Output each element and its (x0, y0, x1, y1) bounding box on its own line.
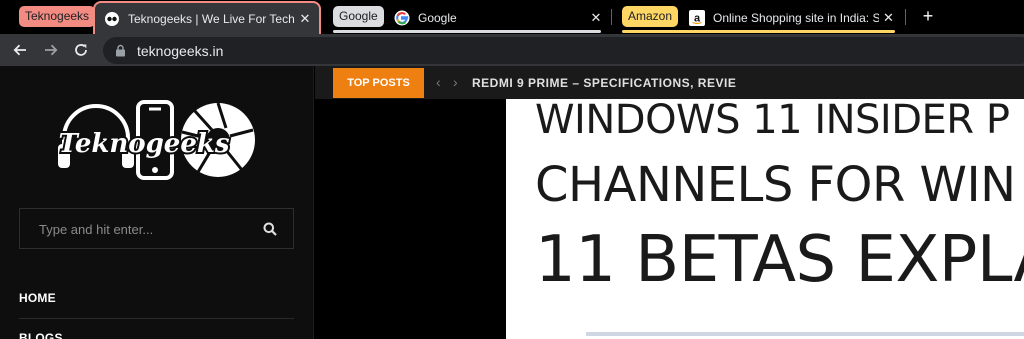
close-tab-icon[interactable]: ✕ (879, 8, 898, 28)
tab-title: Teknogeeks | We Live For Tech (128, 11, 295, 26)
tab-group-google[interactable]: Google (333, 6, 384, 27)
search-box[interactable]: Type and hit enter... (19, 208, 294, 249)
svg-text:Teknogeeks: Teknogeeks (58, 129, 229, 159)
address-bar[interactable]: teknogeeks.in (103, 37, 1024, 64)
hero-image-edge (586, 332, 1024, 336)
back-arrow-icon[interactable] (9, 39, 31, 61)
menu-divider (19, 318, 294, 319)
tab-separator (905, 9, 906, 25)
teknogeeks-logo[interactable]: Teknogeeks (56, 100, 258, 182)
reload-icon[interactable] (70, 39, 92, 61)
sidebar: Teknogeeks Type and hit enter... HOME BL… (0, 66, 314, 339)
tab-group-teknogeeks[interactable]: Teknogeeks (19, 6, 96, 27)
tab-group-underline (333, 30, 601, 33)
web-page: Teknogeeks Type and hit enter... HOME BL… (0, 66, 1024, 339)
tab-title: Google (418, 10, 457, 25)
ticker-next-icon[interactable]: › (453, 74, 458, 90)
google-g-icon (394, 10, 410, 26)
featured-image[interactable]: WINDOWS 11 INSIDER P CHANNELS FOR WIN 11… (506, 99, 1024, 339)
forward-arrow-icon[interactable] (40, 39, 62, 61)
lock-icon[interactable] (115, 44, 126, 62)
browser-toolbar: teknogeeks.in (0, 34, 1024, 66)
tab-group-underline (622, 30, 895, 33)
close-tab-icon[interactable]: ✕ (586, 8, 606, 28)
amazon-a-icon: a (689, 9, 705, 26)
tab-separator (611, 9, 612, 25)
ticker-prev-icon[interactable]: ‹ (436, 74, 441, 90)
tab-strip: Teknogeeks Teknogeeks | We Live For Tech… (0, 0, 1024, 34)
top-posts-bar: TOP POSTS ‹ › REDMI 9 PRIME – SPECIFICAT… (315, 66, 1024, 99)
hero-text-line: WINDOWS 11 INSIDER P (535, 99, 1010, 143)
close-tab-icon[interactable]: ✕ (295, 9, 315, 29)
top-posts-label: TOP POSTS (333, 68, 424, 98)
url-text: teknogeeks.in (137, 43, 224, 59)
menu-item-home[interactable]: HOME (19, 291, 56, 305)
tab-teknogeeks[interactable]: Teknogeeks | We Live For Tech ✕ (93, 1, 321, 34)
hero-text-line: 11 BETAS EXPLA (535, 223, 1024, 297)
tab-title: Online Shopping site in India: Sh (713, 10, 879, 25)
ticker-post-title[interactable]: REDMI 9 PRIME – SPECIFICATIONS, REVIE (472, 76, 736, 90)
menu-item-blogs[interactable]: BLOGS (19, 331, 63, 339)
new-tab-button[interactable]: + (918, 6, 938, 26)
tab-group-amazon[interactable]: Amazon (622, 6, 679, 27)
teknogeeks-favicon (104, 11, 120, 27)
search-input[interactable]: Type and hit enter... (39, 222, 153, 237)
search-icon[interactable] (263, 222, 277, 241)
hero-text-line: CHANNELS FOR WIN (535, 157, 1016, 213)
